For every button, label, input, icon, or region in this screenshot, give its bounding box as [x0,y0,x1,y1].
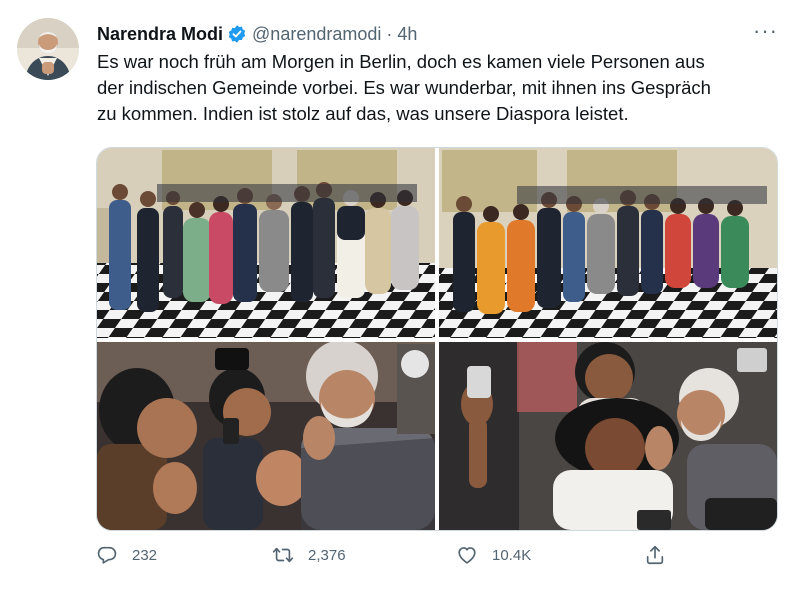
tweet-header: Narendra Modi @narendramodi · 4h [97,22,780,46]
verified-badge-icon [227,24,247,44]
reply-button[interactable]: 232 [96,544,157,566]
author-name[interactable]: Narendra Modi [97,24,223,45]
avatar-image [17,18,79,80]
media-photo-1[interactable] [97,148,435,338]
retweet-icon [272,547,294,563]
share-icon [646,545,664,565]
like-count: 10.4K [492,546,532,564]
separator-dot: · [386,23,393,44]
tweet-text-line: der indischen Gemeinde vorbei. Es war wu… [97,77,711,98]
tweet-text: Es war noch früh am Morgen in Berlin, do… [97,49,787,127]
author-handle[interactable]: @narendramodi [252,24,381,45]
author-avatar[interactable] [17,18,79,80]
reply-icon [97,546,117,564]
like-button[interactable]: 10.4K [456,544,531,566]
reply-count: 232 [132,546,158,564]
tweet-timestamp[interactable]: 4h [397,24,417,45]
media-photo-2[interactable] [439,148,777,338]
tweet-text-line: Es war noch früh am Morgen in Berlin, do… [97,51,705,72]
tweet-text-line: zu kommen. Indien ist stolz auf das, was… [97,103,629,124]
share-button[interactable] [644,544,680,566]
retweet-count: 2,376 [308,546,346,564]
more-options-icon[interactable]: ··· [753,18,778,44]
like-icon [458,547,476,564]
media-grid [96,147,778,531]
media-photo-3[interactable] [97,340,435,530]
retweet-button[interactable]: 2,376 [272,544,346,566]
tweet-actions: 232 2,376 10.4K [96,544,696,576]
media-photo-4[interactable] [439,342,777,530]
